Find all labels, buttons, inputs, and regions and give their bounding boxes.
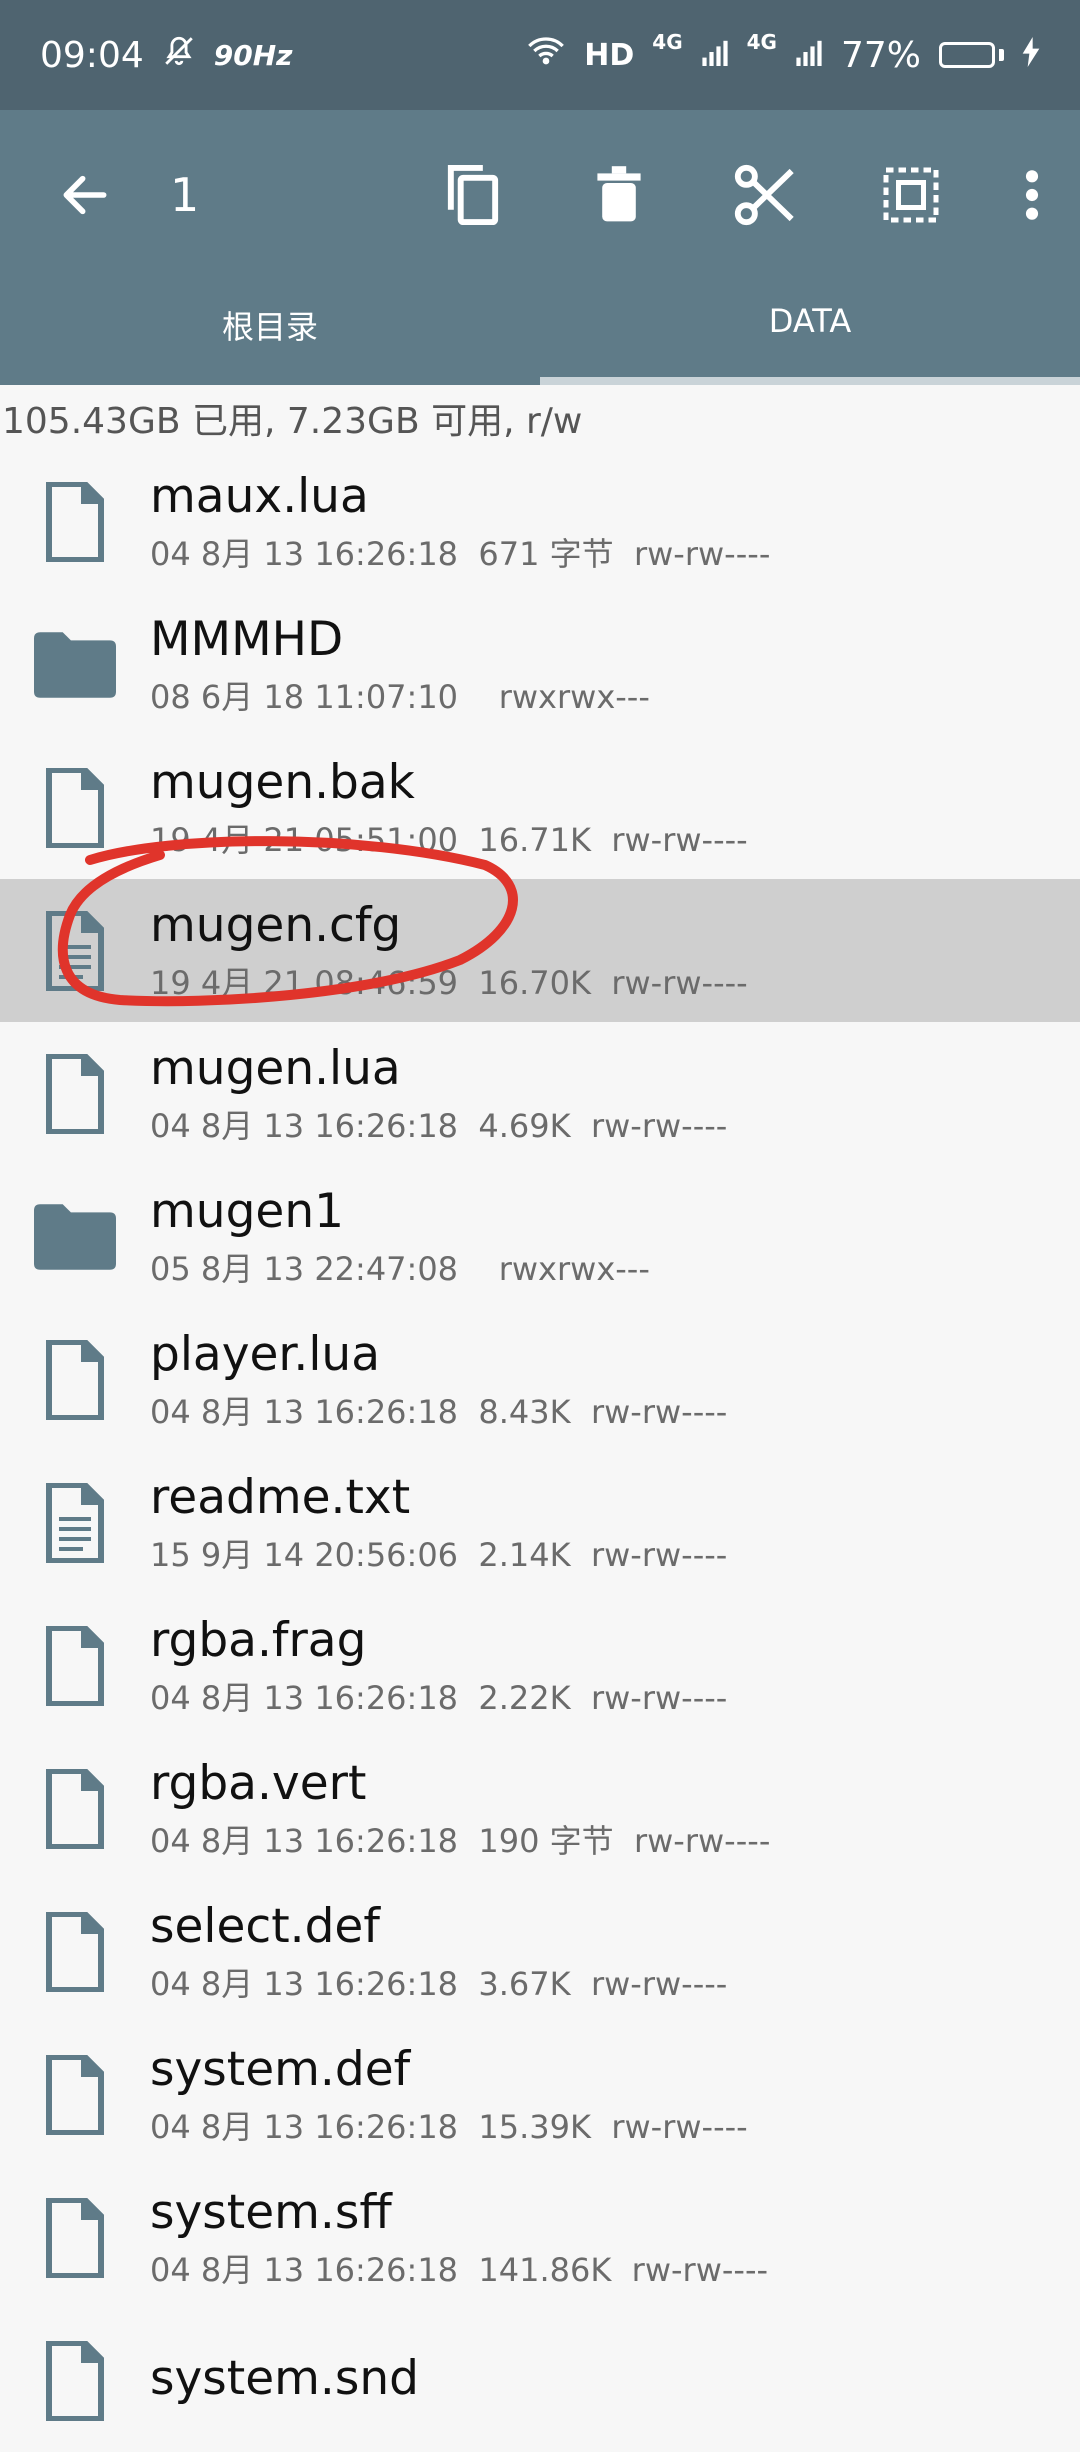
file-meta: 19 4月 21 08:46:59 16.70K rw-rw----	[150, 963, 748, 1002]
file-row[interactable]: MMMHD 08 6月 18 11:07:10 rwxrwx---	[0, 593, 1080, 736]
tab-root[interactable]: 根目录	[0, 280, 540, 385]
select-all-button[interactable]	[838, 110, 984, 280]
copy-button[interactable]	[400, 110, 546, 280]
tab-label: 根目录	[221, 308, 318, 346]
selected-count: 1	[170, 168, 200, 222]
charging-icon	[1022, 35, 1040, 76]
file-meta: 04 8月 13 16:26:18 8.43K rw-rw----	[150, 1392, 728, 1431]
file-icon	[0, 2309, 150, 2452]
file-icon	[0, 1308, 150, 1451]
file-list: maux.lua 04 8月 13 16:26:18 671 字节 rw-rw--…	[0, 450, 1080, 2452]
file-meta: 04 8月 13 16:26:18 2.22K rw-rw----	[150, 1678, 728, 1717]
wifi-icon	[526, 34, 566, 77]
file-row[interactable]: player.lua 04 8月 13 16:26:18 8.43K rw-rw-…	[0, 1308, 1080, 1451]
text-file-icon	[0, 1451, 150, 1594]
network-label-2: 4G	[746, 29, 777, 54]
folder-icon	[0, 1165, 150, 1308]
signal-icon	[795, 35, 823, 76]
battery-percent: 77%	[840, 34, 921, 76]
text-file-icon	[0, 879, 150, 1022]
back-arrow-icon	[63, 175, 107, 215]
more-vert-icon	[1025, 170, 1039, 220]
file-name: mugen1	[150, 1183, 345, 1239]
file-row[interactable]: rgba.frag 04 8月 13 16:26:18 2.22K rw-rw--…	[0, 1594, 1080, 1737]
folder-icon	[0, 593, 150, 736]
file-name: mugen.cfg	[150, 897, 402, 953]
file-meta: 04 8月 13 16:26:18 4.69K rw-rw----	[150, 1106, 728, 1145]
delete-icon	[597, 166, 641, 222]
cut-icon	[734, 164, 794, 226]
file-row[interactable]: mugen.bak 19 4月 21 05:51:00 16.71K rw-rw-…	[0, 736, 1080, 879]
file-row[interactable]: readme.txt 15 9月 14 20:56:06 2.14K rw-rw-…	[0, 1451, 1080, 1594]
status-bar: 09:04 90Hz HD 4G 4G 77%	[0, 0, 1080, 110]
network-label-1: 4G	[652, 29, 683, 54]
file-row[interactable]: system.snd	[0, 2309, 1080, 2452]
file-name: mugen.bak	[150, 754, 415, 810]
clock: 09:04	[40, 34, 144, 76]
file-name: system.snd	[150, 2350, 419, 2406]
file-row[interactable]: mugen1 05 8月 13 22:47:08 rwxrwx---	[0, 1165, 1080, 1308]
storage-info: 105.43GB 已用, 7.23GB 可用, r/w	[2, 400, 583, 442]
file-meta: 04 8月 13 16:26:18 141.86K rw-rw----	[150, 2250, 769, 2289]
file-icon	[0, 1022, 150, 1165]
file-name: mugen.lua	[150, 1040, 401, 1096]
battery-icon	[939, 42, 1004, 68]
file-icon	[0, 450, 150, 593]
file-icon	[0, 736, 150, 879]
file-name: MMMHD	[150, 611, 344, 667]
file-row[interactable]: system.def 04 8月 13 16:26:18 15.39K rw-rw…	[0, 2023, 1080, 2166]
hd-label: HD	[584, 37, 635, 73]
select-all-icon	[883, 167, 939, 223]
file-name: rgba.vert	[150, 1755, 367, 1811]
file-meta: 19 4月 21 05:51:00 16.71K rw-rw----	[150, 820, 748, 859]
selection-toolbar: 1	[0, 110, 1080, 280]
file-name: rgba.frag	[150, 1612, 367, 1668]
file-meta: 04 8月 13 16:26:18 3.67K rw-rw----	[150, 1964, 728, 2003]
file-icon	[0, 2166, 150, 2309]
file-row[interactable]: maux.lua 04 8月 13 16:26:18 671 字节 rw-rw--…	[0, 450, 1080, 593]
file-icon	[0, 2023, 150, 2166]
copy-icon	[447, 164, 499, 226]
file-icon	[0, 1880, 150, 2023]
tab-bar: 根目录 DATA	[0, 280, 1080, 385]
file-row[interactable]: mugen.lua 04 8月 13 16:26:18 4.69K rw-rw--…	[0, 1022, 1080, 1165]
delete-button[interactable]	[546, 110, 692, 280]
tab-data[interactable]: DATA	[540, 280, 1080, 385]
file-row[interactable]: select.def 04 8月 13 16:26:18 3.67K rw-rw-…	[0, 1880, 1080, 2023]
file-meta: 04 8月 13 16:26:18 15.39K rw-rw----	[150, 2107, 748, 2146]
file-row[interactable]: system.sff 04 8月 13 16:26:18 141.86K rw-r…	[0, 2166, 1080, 2309]
file-name: system.def	[150, 2041, 411, 2097]
more-options-button[interactable]	[984, 110, 1080, 280]
file-name: maux.lua	[150, 468, 369, 524]
refresh-rate: 90Hz	[213, 38, 293, 72]
tab-label: DATA	[768, 302, 852, 340]
cut-button[interactable]	[692, 110, 838, 280]
file-icon	[0, 1737, 150, 1880]
file-meta: 08 6月 18 11:07:10 rwxrwx---	[150, 677, 650, 716]
file-icon	[0, 1594, 150, 1737]
file-row[interactable]: rgba.vert 04 8月 13 16:26:18 190 字节 rw-rw-…	[0, 1737, 1080, 1880]
file-meta: 04 8月 13 16:26:18 671 字节 rw-rw----	[150, 534, 771, 573]
file-name: select.def	[150, 1898, 380, 1954]
file-meta: 15 9月 14 20:56:06 2.14K rw-rw----	[150, 1535, 728, 1574]
mute-bell-icon	[162, 34, 196, 77]
file-meta: 04 8月 13 16:26:18 190 字节 rw-rw----	[150, 1821, 771, 1860]
signal-icon	[701, 35, 729, 76]
back-button[interactable]	[0, 110, 170, 280]
file-row[interactable]: mugen.cfg 19 4月 21 08:46:59 16.70K rw-rw-…	[0, 879, 1080, 1022]
file-meta: 05 8月 13 22:47:08 rwxrwx---	[150, 1249, 650, 1288]
file-name: readme.txt	[150, 1469, 411, 1525]
file-name: system.sff	[150, 2184, 392, 2240]
file-name: player.lua	[150, 1326, 381, 1382]
